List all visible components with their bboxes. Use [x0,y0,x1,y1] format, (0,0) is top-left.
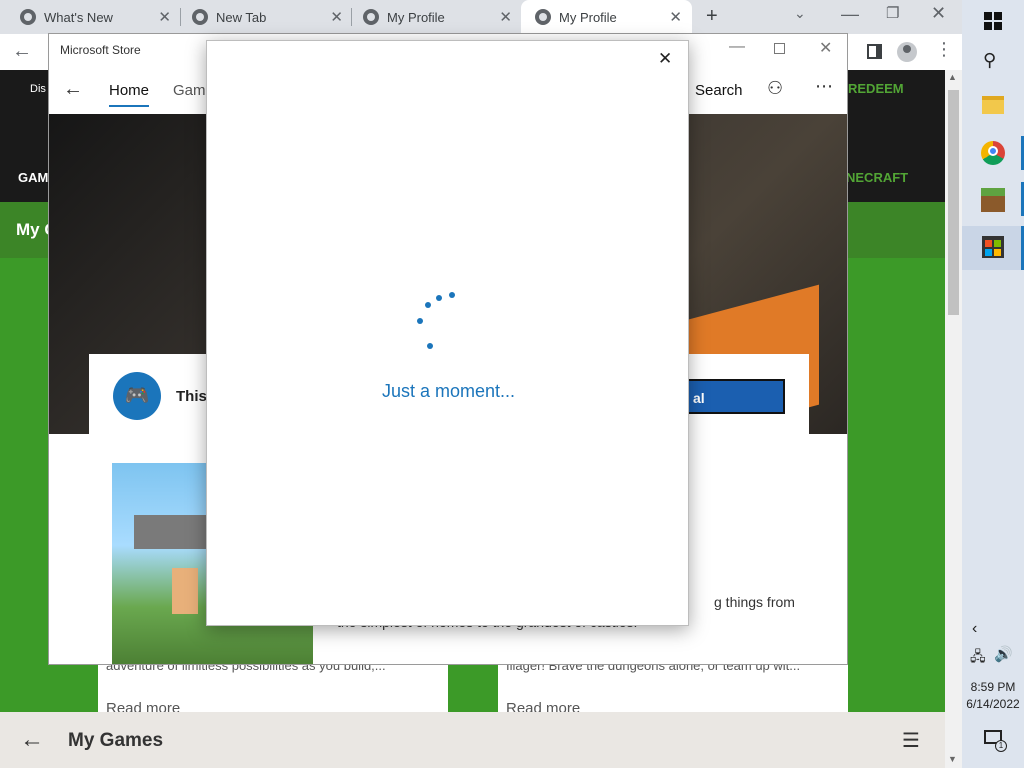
promo-text: This [176,388,207,405]
close-tab-icon[interactable]: ✕ [499,8,512,26]
globe-icon [363,9,379,25]
nav-home-underline [109,105,149,107]
sign-in-dialog: ✕ Just a moment... [206,40,689,626]
windows-start-icon[interactable] [984,12,1002,30]
more-menu-icon[interactable]: ⋮ [935,39,953,60]
minimize-icon[interactable]: — [729,38,745,56]
browser-tab-bar: What's New ✕ New Tab ✕ My Profile ✕ My P… [0,0,962,34]
network-icon[interactable]: 🖧 [970,646,986,670]
product-description: g things from [714,594,795,610]
new-tab-button[interactable]: + [706,5,718,28]
maximize-icon[interactable] [774,43,785,54]
back-arrow-icon[interactable]: ← [20,726,44,754]
close-dialog-icon[interactable]: ✕ [658,49,672,69]
gamepad-icon: 🎮 [113,372,161,420]
minimize-icon[interactable]: — [841,4,859,25]
restore-icon[interactable]: ❐ [886,4,899,22]
side-panel-icon[interactable] [867,44,882,59]
promo-button[interactable]: al [683,379,785,414]
globe-icon [535,9,551,25]
tab-whats-new[interactable]: What's New ✕ [6,0,181,34]
tab-my-profile[interactable]: My Profile ✕ [349,0,522,34]
tab-new-tab[interactable]: New Tab ✕ [178,0,353,34]
scroll-down-icon[interactable]: ▼ [948,754,957,764]
close-tab-icon[interactable]: ✕ [669,8,682,26]
chrome-icon[interactable] [981,141,1005,165]
scroll-up-icon[interactable]: ▲ [948,72,957,82]
search-button[interactable]: Search [695,82,743,99]
games-link[interactable]: GAM [18,170,48,185]
microsoft-store-icon[interactable] [982,236,1004,258]
tab-label: What's New [44,9,113,25]
close-icon[interactable]: ✕ [819,38,832,58]
volume-icon[interactable]: 🔊 [994,645,1013,663]
minecraft-icon[interactable] [981,188,1005,212]
loading-text: Just a moment... [381,381,516,401]
loading-spinner [412,287,455,349]
character-graphic [172,568,198,614]
window-title: Microsoft Store [60,43,141,57]
clock-time[interactable]: 8:59 PM [962,680,1024,694]
profile-avatar-icon[interactable] [897,42,917,62]
nav-home[interactable]: Home [109,82,149,99]
more-options-icon[interactable]: ⋯ [815,76,833,97]
nav-gaming[interactable]: Gami [173,82,209,99]
chrome-icon [192,9,208,25]
tab-search-icon[interactable]: ⌄ [794,5,806,22]
file-explorer-icon[interactable] [982,96,1004,114]
close-window-icon[interactable]: ✕ [931,3,946,24]
back-icon[interactable]: ← [63,78,83,101]
taskbar: ⚲ ‹ 🖧 🔊 8:59 PM 6/14/2022 1 [962,0,1024,768]
show-hidden-icons-chevron[interactable]: ‹ [972,620,977,638]
user-account-icon[interactable]: ⚇ [767,78,783,99]
redeem-link[interactable]: REDEEM [848,81,904,96]
site-nav-link[interactable]: Dis [30,83,46,95]
scrollbar-thumb[interactable] [948,90,959,315]
back-icon[interactable]: ← [12,40,32,63]
hamburger-menu-icon[interactable]: ☰ [902,728,920,753]
tab-label: My Profile [559,9,617,25]
tab-label: My Profile [387,9,445,25]
bottom-title: My Games [68,730,164,751]
close-tab-icon[interactable]: ✕ [158,8,171,26]
chrome-icon [20,9,36,25]
clock-date[interactable]: 6/14/2022 [962,697,1024,711]
site-bottom-bar: ← My Games ☰ [0,712,945,768]
close-tab-icon[interactable]: ✕ [330,8,343,26]
notification-count: 1 [995,740,1007,752]
search-icon[interactable]: ⚲ [983,50,996,71]
tab-my-profile-active[interactable]: My Profile ✕ [521,0,692,34]
tab-label: New Tab [216,9,267,25]
minecraft-link[interactable]: NECRAFT [846,170,908,185]
